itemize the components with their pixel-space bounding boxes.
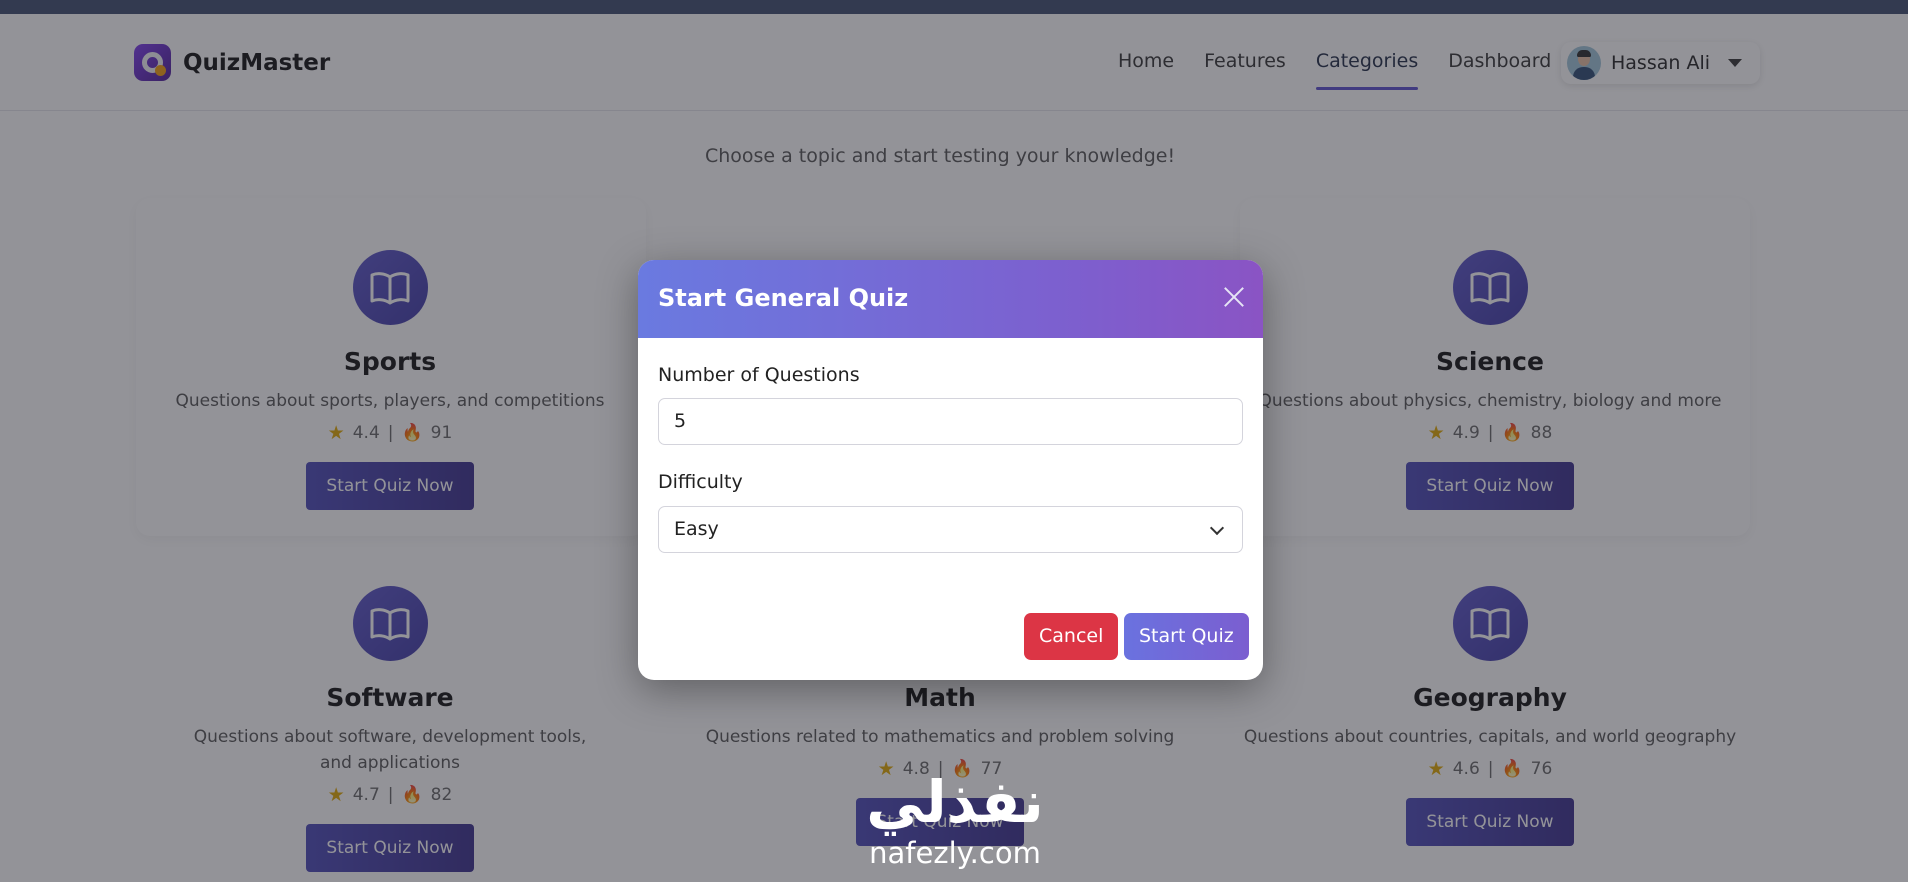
modal-title: Start General Quiz [658, 284, 909, 312]
difficulty-select[interactable]: Easy [658, 506, 1243, 553]
watermark: نفذلي nafezly.com [845, 770, 1065, 882]
close-icon[interactable] [1219, 284, 1247, 312]
watermark-arabic: نفذلي [866, 768, 1044, 836]
difficulty-label: Difficulty [658, 471, 743, 493]
difficulty-value: Easy [674, 518, 719, 540]
watermark-latin: nafezly.com [869, 836, 1041, 870]
chevron-down-icon [1209, 520, 1225, 536]
modal-header: Start General Quiz [638, 260, 1263, 338]
cancel-button[interactable]: Cancel [1024, 613, 1119, 660]
start-quiz-submit-button[interactable]: Start Quiz [1124, 613, 1249, 660]
start-quiz-modal: Start General Quiz Number of Questions 5… [638, 260, 1263, 680]
questions-input[interactable]: 5 [658, 398, 1243, 445]
questions-label: Number of Questions [658, 364, 860, 386]
